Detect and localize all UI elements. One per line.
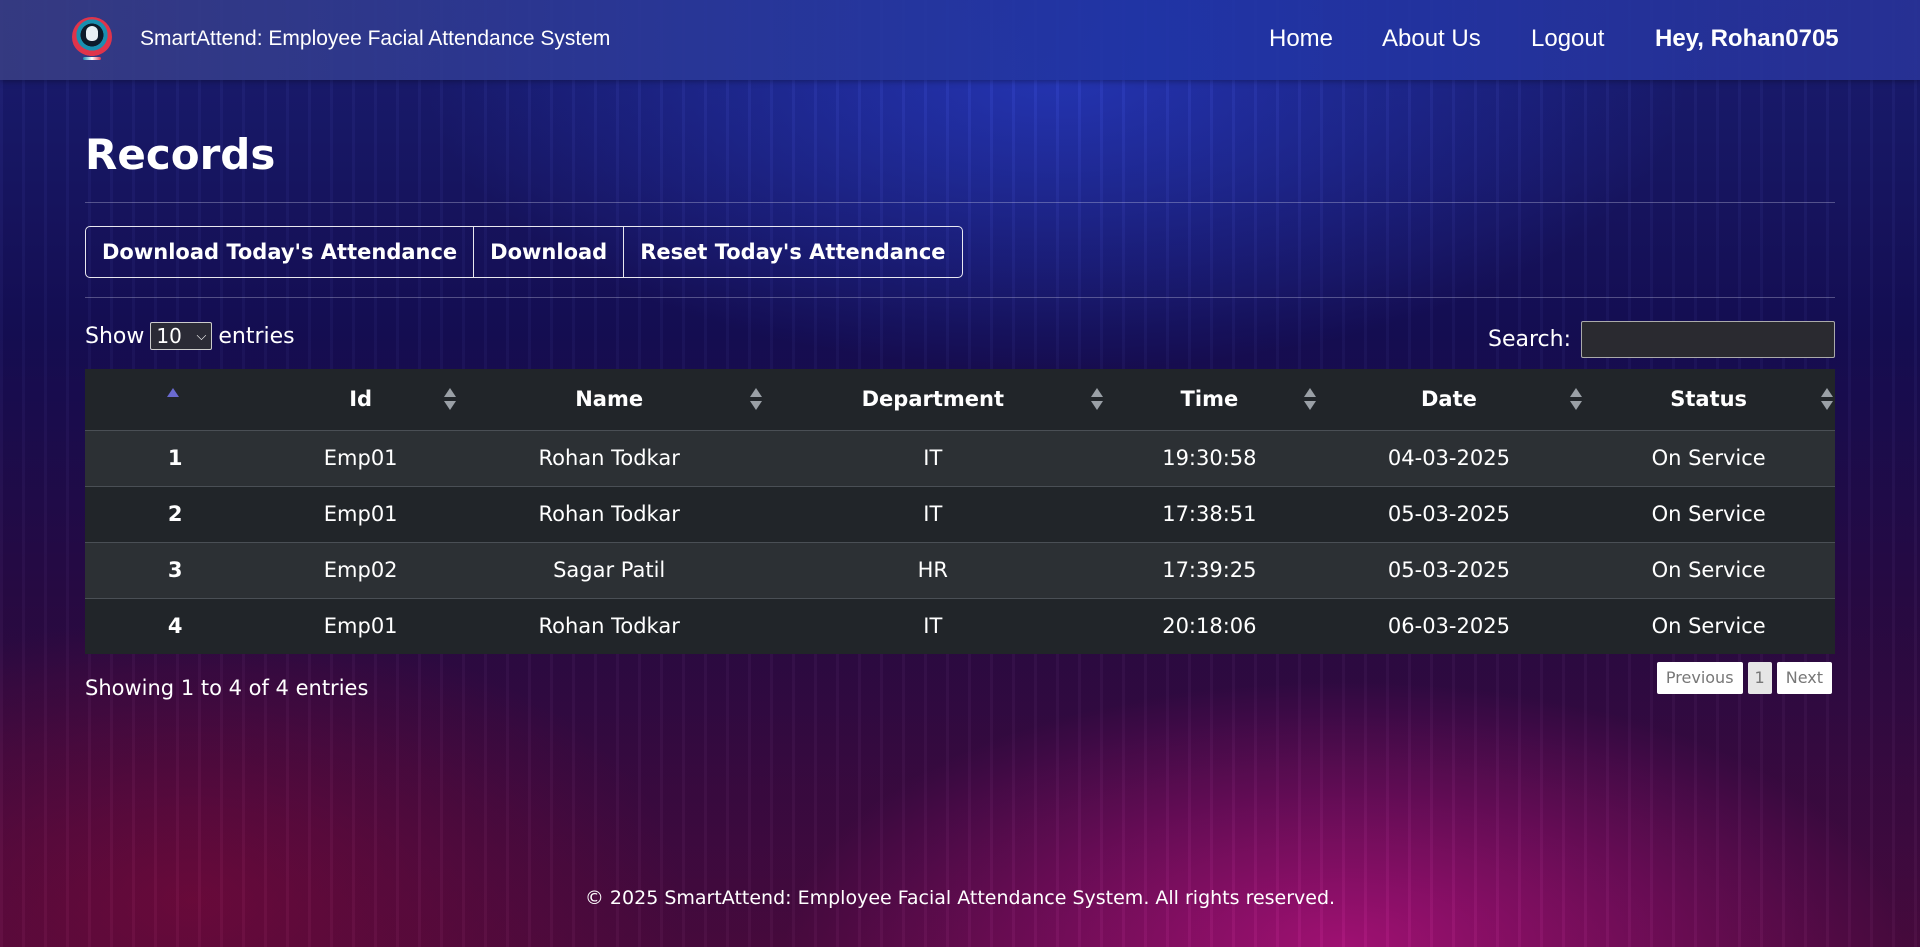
pagination: Previous 1 Next — [1656, 662, 1832, 694]
search-input[interactable] — [1581, 321, 1835, 358]
cell-id: Emp02 — [323, 558, 398, 582]
page-1-button[interactable]: 1 — [1747, 662, 1772, 694]
action-button-group: Download Today's Attendance Download Res… — [85, 226, 963, 278]
cell-status: On Service — [1651, 502, 1766, 526]
cell-time: 20:18:06 — [1162, 614, 1257, 639]
entries-label: entries — [218, 323, 295, 349]
sort-icon — [750, 388, 763, 411]
sort-icon — [1821, 388, 1833, 411]
entries-length-control: Show 10 ⌵ entries — [85, 322, 295, 350]
cell-index: 4 — [167, 614, 183, 639]
table-row: 2 Emp01 Rohan Todkar IT 17:38:51 05-03-2… — [85, 486, 1835, 542]
cell-date: 05-03-2025 — [1387, 558, 1510, 582]
column-header-name[interactable]: Name — [456, 369, 763, 430]
app-logo-icon[interactable] — [72, 17, 112, 60]
cell-status: On Service — [1651, 614, 1766, 639]
show-label: Show — [85, 323, 145, 349]
search-control: Search: — [1488, 321, 1835, 358]
column-header-id[interactable]: Id — [265, 369, 456, 430]
cell-status: On Service — [1651, 446, 1766, 470]
cell-date: 06-03-2025 — [1387, 614, 1510, 639]
footer-copyright: © 2025 SmartAttend: Employee Facial Atte… — [584, 887, 1336, 909]
entries-select-value: 10 — [156, 324, 182, 348]
download-button[interactable]: Download — [474, 227, 625, 277]
page-title: Records — [85, 130, 276, 179]
table-info: Showing 1 to 4 of 4 entries — [85, 676, 369, 700]
cell-time: 19:30:58 — [1162, 446, 1257, 470]
column-header-date[interactable]: Date — [1316, 369, 1583, 430]
column-header-time[interactable]: Time — [1103, 369, 1316, 430]
nav-about-link[interactable]: About Us — [1382, 25, 1481, 53]
table-header-row: Id Name Department Time Date Status — [85, 369, 1835, 430]
download-today-button[interactable]: Download Today's Attendance — [86, 227, 475, 277]
sort-icon — [443, 388, 456, 411]
cell-index: 3 — [167, 558, 183, 582]
cell-department: IT — [923, 614, 943, 639]
column-header-status[interactable]: Status — [1582, 369, 1835, 430]
cell-name: Rohan Todkar — [538, 502, 680, 526]
sort-ascending-icon — [167, 388, 179, 410]
divider — [85, 202, 1835, 203]
search-label: Search: — [1488, 327, 1571, 352]
cell-index: 1 — [167, 446, 183, 470]
cell-date: 04-03-2025 — [1387, 446, 1510, 470]
sort-icon — [1570, 388, 1583, 411]
user-greeting: Hey, Rohan0705 — [1655, 25, 1839, 52]
cell-date: 05-03-2025 — [1387, 502, 1510, 526]
column-header-department[interactable]: Department — [762, 369, 1104, 430]
cell-department: IT — [923, 446, 943, 470]
cell-id: Emp01 — [323, 446, 398, 470]
nav-home-link[interactable]: Home — [1269, 25, 1333, 53]
sort-icon — [1303, 388, 1316, 411]
divider — [85, 297, 1835, 298]
column-header-index[interactable] — [85, 369, 265, 430]
cell-id: Emp01 — [323, 502, 398, 526]
table-row: 3 Emp02 Sagar Patil HR 17:39:25 05-03-20… — [85, 542, 1835, 598]
previous-page-button[interactable]: Previous — [1656, 662, 1743, 694]
cell-time: 17:38:51 — [1162, 502, 1257, 526]
entries-select[interactable]: 10 ⌵ — [150, 322, 213, 350]
cell-department: IT — [923, 502, 943, 526]
brand-title[interactable]: SmartAttend: Employee Facial Attendance … — [140, 27, 610, 51]
table-row: 4 Emp01 Rohan Todkar IT 20:18:06 06-03-2… — [85, 598, 1835, 654]
cell-id: Emp01 — [323, 614, 398, 639]
cell-name: Rohan Todkar — [538, 446, 680, 470]
cell-time: 17:39:25 — [1162, 558, 1257, 582]
cell-index: 2 — [167, 502, 183, 526]
nav-logout-link[interactable]: Logout — [1531, 25, 1604, 53]
navbar: SmartAttend: Employee Facial Attendance … — [0, 0, 1920, 80]
sort-icon — [1091, 388, 1104, 411]
records-table: Id Name Department Time Date Status 1 Em… — [85, 369, 1835, 654]
reset-today-button[interactable]: Reset Today's Attendance — [624, 227, 961, 277]
cell-department: HR — [917, 558, 949, 582]
cell-name: Sagar Patil — [553, 558, 666, 582]
table-row: 1 Emp01 Rohan Todkar IT 19:30:58 04-03-2… — [85, 430, 1835, 486]
chevron-down-icon: ⌵ — [196, 328, 207, 344]
cell-name: Rohan Todkar — [538, 614, 680, 639]
cell-status: On Service — [1651, 558, 1766, 582]
next-page-button[interactable]: Next — [1776, 662, 1832, 694]
